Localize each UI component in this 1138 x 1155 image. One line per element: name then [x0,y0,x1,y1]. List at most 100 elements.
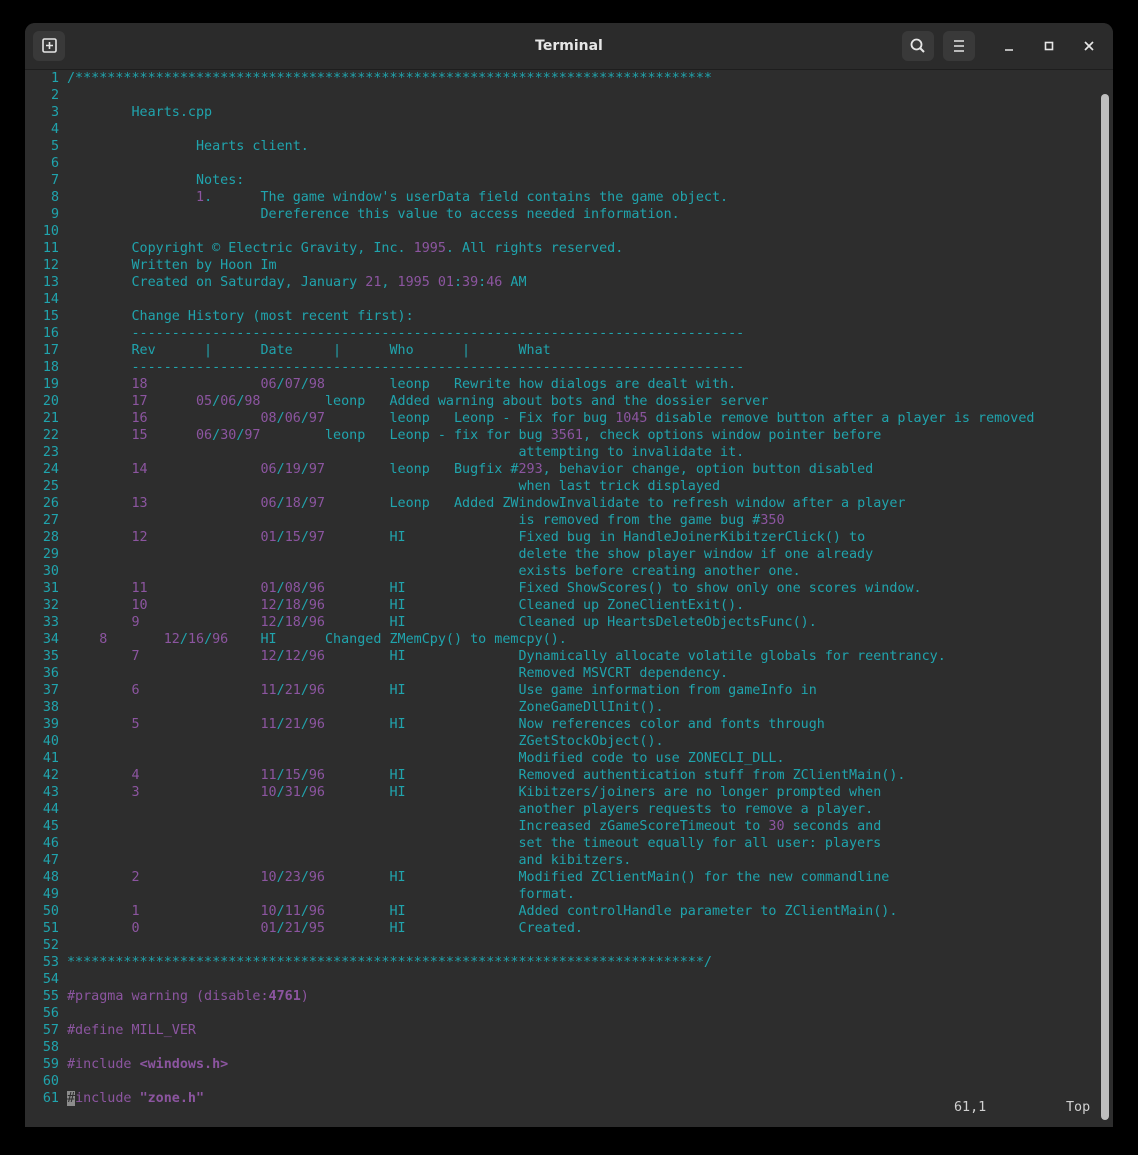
editor-lines: 1 /**************************************… [25,70,1101,1107]
line-text: Copyright © Electric Gravity, Inc. 1995.… [67,241,624,256]
code-line: 15 Change History (most recent first): [25,308,1101,325]
line-number: 57 [42,1023,59,1038]
line-number: 41 [42,751,59,766]
code-line: 25 when last trick displayed [25,478,1101,495]
line-text: Change History (most recent first): [67,309,414,324]
line-text: 10 12/18/96 HI Cleaned up ZoneClientExit… [131,598,745,613]
line-number: 27 [42,513,59,528]
line-text: Modified code to use ZONECLI_DLL. [67,751,785,766]
line-text: delete the show player window if one alr… [67,547,874,562]
scroll-position: Top [1066,1100,1091,1115]
line-number: 12 [42,258,59,273]
line-text: 13 06/18/97 Leonp Added ZWindowInvalidat… [131,496,906,511]
line-number: 32 [42,598,59,613]
code-line: 2 [25,87,1101,104]
code-line: 18 -------------------------------------… [25,359,1101,376]
code-line: 40 ZGetStockObject(). [25,733,1101,750]
code-line: 34 8 12/16/96 HI Changed ZMemCpy() to me… [25,631,1101,648]
line-number: 39 [42,717,59,732]
line-text: 1. The game window's userData field cont… [196,190,729,205]
code-line: 20 17 05/06/98 leonp Added warning about… [25,393,1101,410]
line-text: attempting to invalidate it. [67,445,745,460]
line-number: 23 [42,445,59,460]
code-line: 4 [25,121,1101,138]
line-number: 9 [50,207,59,222]
code-line: 31 11 01/08/96 HI Fixed ShowScores() to … [25,580,1101,597]
line-text: 14 06/19/97 leonp Bugfix #293, behavior … [131,462,874,477]
line-text: 9 12/18/96 HI Cleaned up HeartsDeleteObj… [131,615,817,630]
code-line: 48 2 10/23/96 HI Modified ZClientMain() … [25,869,1101,886]
line-number: 21 [42,411,59,426]
line-text: set the timeout equally for all user: pl… [67,836,882,851]
code-line: 21 16 08/06/97 leonp Leonp - Fix for bug… [25,410,1101,427]
line-number: 20 [42,394,59,409]
close-button[interactable] [1079,36,1099,56]
code-line: 16 -------------------------------------… [25,325,1101,342]
code-line: 8 1. The game window's userData field co… [25,189,1101,206]
terminal-window: Terminal 1 /****************************… [25,23,1113,1127]
line-number: 4 [50,122,59,137]
line-text: Increased zGameScoreTimeout to 30 second… [67,819,882,834]
line-number: 19 [42,377,59,392]
line-number: 54 [42,972,59,987]
code-line: 52 [25,937,1101,954]
line-number: 18 [42,360,59,375]
code-line: 60 [25,1073,1101,1090]
code-line: 30 exists before creating another one. [25,563,1101,580]
line-number: 25 [42,479,59,494]
line-text: ----------------------------------------… [67,360,745,375]
line-text: 6 11/21/96 HI Use game information from … [131,683,817,698]
line-text: Hearts.cpp [67,105,213,120]
line-number: 16 [42,326,59,341]
line-number: 61 [42,1091,59,1106]
line-number: 52 [42,938,59,953]
code-line: 9 Dereference this value to access neede… [25,206,1101,223]
search-icon [910,38,925,53]
code-line: 55 #pragma warning (disable:4761) [25,988,1101,1005]
title-bar: Terminal [25,23,1113,70]
line-text: format. [67,887,575,902]
minimize-icon [1005,49,1013,51]
line-text: 12 01/15/97 HI Fixed bug in HandleJoiner… [131,530,866,545]
line-number: 44 [42,802,59,817]
line-text: 2 10/23/96 HI Modified ZClientMain() for… [131,870,890,885]
line-number: 40 [42,734,59,749]
line-text: #include <windows.h> [67,1057,229,1072]
menu-button[interactable] [943,31,975,61]
line-number: 10 [42,224,59,239]
line-text: 1 10/11/96 HI Added controlHandle parame… [131,904,898,919]
line-number: 60 [42,1074,59,1089]
line-number: 11 [42,241,59,256]
line-number: 6 [50,156,59,171]
code-line: 39 5 11/21/96 HI Now references color an… [25,716,1101,733]
line-number: 17 [42,343,59,358]
line-text: ****************************************… [67,955,712,970]
line-number: 49 [42,887,59,902]
code-line: 46 set the timeout equally for all user:… [25,835,1101,852]
code-line: 36 Removed MSVCRT dependency. [25,665,1101,682]
line-number: 53 [42,955,59,970]
code-line: 5 Hearts client. [25,138,1101,155]
line-number: 46 [42,836,59,851]
line-text: 8 12/16/96 HI Changed ZMemCpy() to memcp… [99,632,567,647]
code-line: 45 Increased zGameScoreTimeout to 30 sec… [25,818,1101,835]
code-line: 33 9 12/18/96 HI Cleaned up HeartsDelete… [25,614,1101,631]
code-line: 7 Notes: [25,172,1101,189]
code-line: 43 3 10/31/96 HI Kibitzers/joiners are n… [25,784,1101,801]
line-text: Hearts client. [67,139,309,154]
code-line: 53 **************************************… [25,954,1101,971]
code-line: 41 Modified code to use ZONECLI_DLL. [25,750,1101,767]
code-line: 54 [25,971,1101,988]
line-number: 56 [42,1006,59,1021]
code-line: 37 6 11/21/96 HI Use game information fr… [25,682,1101,699]
line-number: 28 [42,530,59,545]
maximize-button[interactable] [1039,36,1059,56]
terminal-content[interactable]: 1 /**************************************… [25,70,1113,1127]
line-text: 16 08/06/97 leonp Leonp - Fix for bug 10… [131,411,1035,426]
line-text: 5 11/21/96 HI Now references color and f… [131,717,825,732]
minimize-button[interactable] [999,36,1019,56]
line-number: 26 [42,496,59,511]
line-number: 15 [42,309,59,324]
search-button[interactable] [902,31,934,61]
scrollbar[interactable] [1101,94,1109,1120]
